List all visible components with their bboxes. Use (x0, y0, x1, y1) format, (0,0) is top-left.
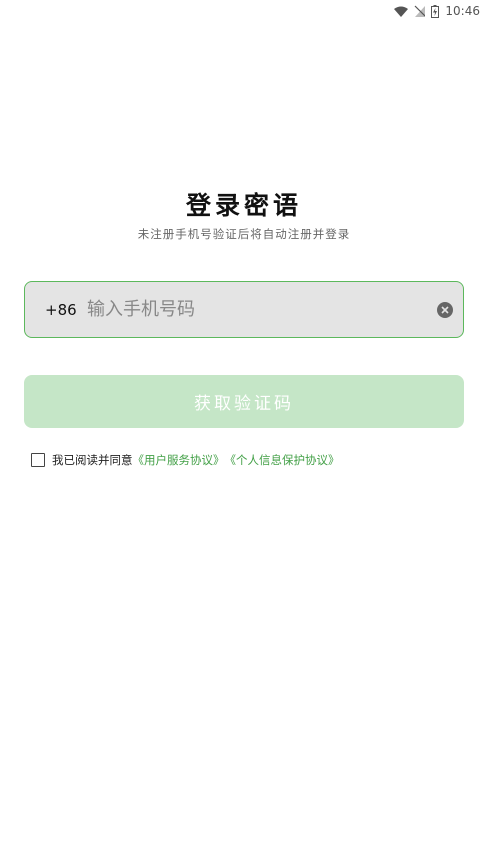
clear-input-button[interactable] (437, 301, 453, 318)
wifi-icon (394, 6, 409, 17)
agreement-checkbox[interactable] (31, 453, 45, 467)
get-verification-code-button[interactable]: 获取验证码 (24, 375, 464, 428)
phone-field: +86 (24, 281, 464, 338)
user-agreement-link[interactable]: 《用户服务协议》 (133, 452, 225, 468)
close-icon (441, 305, 449, 314)
country-code[interactable]: +86 (25, 301, 87, 319)
page-title: 登录密语 (185, 191, 302, 220)
phone-input[interactable] (87, 282, 437, 337)
status-time: 10:46 (445, 4, 480, 18)
battery-charging-icon (431, 4, 440, 18)
no-signal-icon (414, 5, 426, 17)
status-bar: 10:46 (0, 0, 488, 22)
privacy-agreement-link[interactable]: 《个人信息保护协议》 (225, 452, 340, 468)
page-subtitle: 未注册手机号验证后将自动注册并登录 (137, 227, 351, 241)
agreement-row: 我已阅读并同意 《用户服务协议》 《个人信息保护协议》 (31, 452, 340, 468)
agreement-prefix: 我已阅读并同意 (52, 453, 133, 467)
